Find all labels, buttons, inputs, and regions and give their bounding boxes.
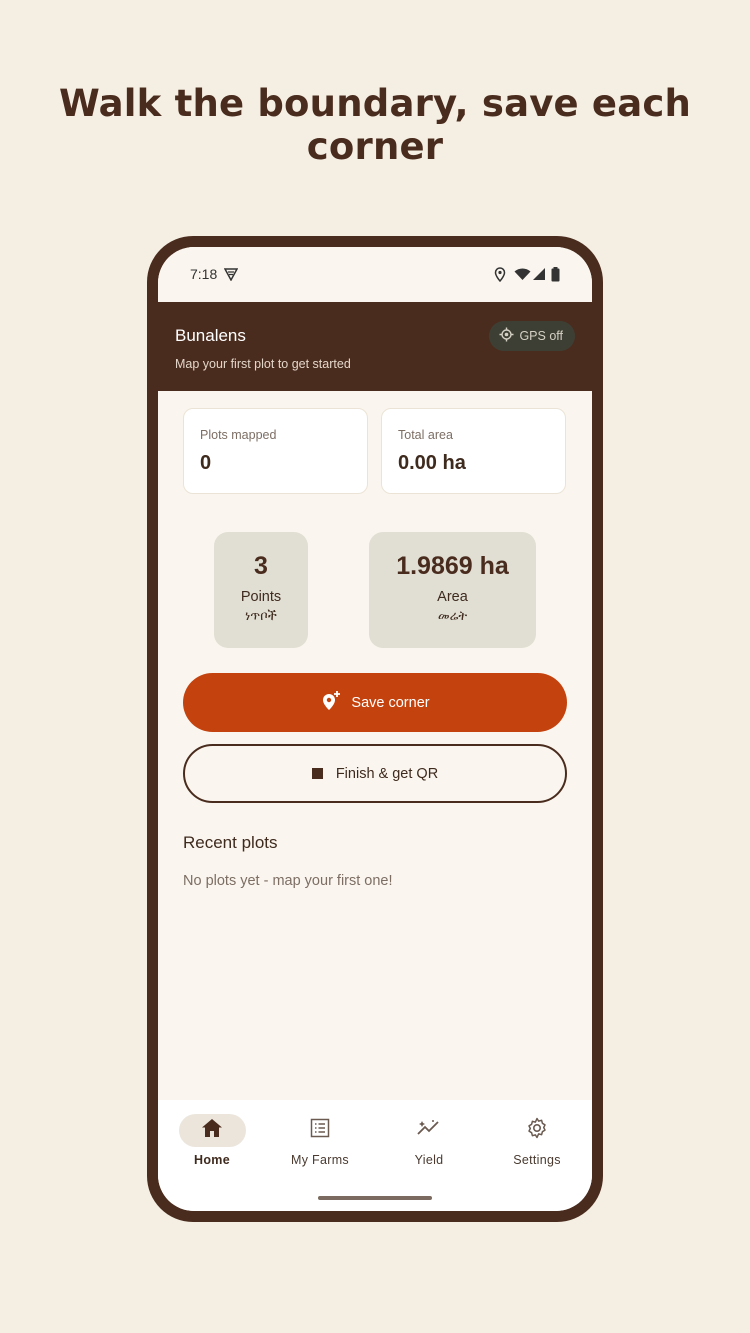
- stop-icon: [311, 768, 323, 779]
- battery-icon: [551, 267, 560, 287]
- nav-label: Settings: [513, 1153, 561, 1167]
- nav-indicator: [287, 1114, 354, 1147]
- metric-label: Area: [437, 589, 468, 605]
- metric-area: 1.9869 ha Area መሬት: [369, 532, 536, 648]
- nav-indicator: [504, 1114, 571, 1147]
- metric-points: 3 Points ነጥቦች: [214, 532, 308, 648]
- metric-label-amharic: መሬት: [437, 608, 468, 623]
- metric-value: 3: [254, 552, 268, 580]
- nav-indicator: [396, 1114, 463, 1147]
- phone-screen: 7:18 Bunalens Map your first plot to get…: [158, 247, 592, 1211]
- status-bar: 7:18: [158, 247, 592, 302]
- list-icon: [310, 1118, 330, 1143]
- headline: Walk the boundary, save each corner: [58, 82, 692, 168]
- finish-qr-button[interactable]: Finish & get QR: [183, 744, 567, 803]
- nav-item-my-farms[interactable]: My Farms: [266, 1114, 374, 1167]
- metric-label: Points: [240, 589, 282, 605]
- nav-label: My Farms: [291, 1153, 349, 1167]
- gear-icon: [526, 1117, 548, 1144]
- recent-plots-title: Recent plots: [183, 833, 278, 852]
- app-subtitle: Map your first plot to get started: [175, 357, 351, 371]
- metric-value: 1.9869 ha: [396, 552, 509, 580]
- phone-frame: 7:18 Bunalens Map your first plot to get…: [147, 236, 603, 1222]
- signal-icon: [532, 267, 546, 286]
- bottom-navigation: Home My Farms Yield Settings: [158, 1100, 592, 1211]
- stat-card-total-area: Total area 0.00 ha: [381, 408, 566, 494]
- status-time: 7:18: [190, 266, 218, 282]
- nav-indicator: [178, 1114, 246, 1147]
- stat-label: Total area: [398, 428, 453, 442]
- nav-label: Yield: [414, 1153, 444, 1167]
- stat-card-plots-mapped: Plots mapped 0: [183, 408, 368, 494]
- trend-icon: [417, 1118, 441, 1143]
- nav-item-home[interactable]: Home: [158, 1114, 266, 1167]
- nav-label: Home: [194, 1153, 230, 1167]
- app-title: Bunalens: [175, 326, 246, 345]
- home-icon: [201, 1118, 223, 1143]
- nav-item-settings[interactable]: Settings: [483, 1114, 591, 1167]
- app-bar: Bunalens Map your first plot to get star…: [158, 302, 592, 391]
- add-location-icon: [320, 690, 342, 716]
- gps-chip-label: GPS off: [519, 329, 563, 343]
- stat-label: Plots mapped: [200, 428, 277, 442]
- save-corner-button[interactable]: Save corner: [183, 673, 567, 732]
- save-corner-label: Save corner: [351, 694, 430, 711]
- wifi-icon: [514, 267, 531, 286]
- location-icon: [494, 267, 506, 287]
- home-content: Plots mapped 0 Total area 0.00 ha 3 Poin…: [158, 391, 592, 1100]
- finish-qr-label: Finish & get QR: [335, 765, 439, 782]
- stat-value: 0.00 ha: [398, 452, 466, 474]
- metric-label-amharic: ነጥቦች: [245, 608, 277, 623]
- shield-icon: [223, 267, 239, 286]
- stat-value: 0: [200, 452, 212, 474]
- gps-icon: [499, 327, 514, 345]
- nav-item-yield[interactable]: Yield: [375, 1114, 483, 1167]
- home-gesture-bar[interactable]: [318, 1196, 432, 1200]
- gps-status-chip[interactable]: GPS off: [489, 321, 575, 351]
- recent-plots-empty: No plots yet - map your first one!: [183, 873, 393, 889]
